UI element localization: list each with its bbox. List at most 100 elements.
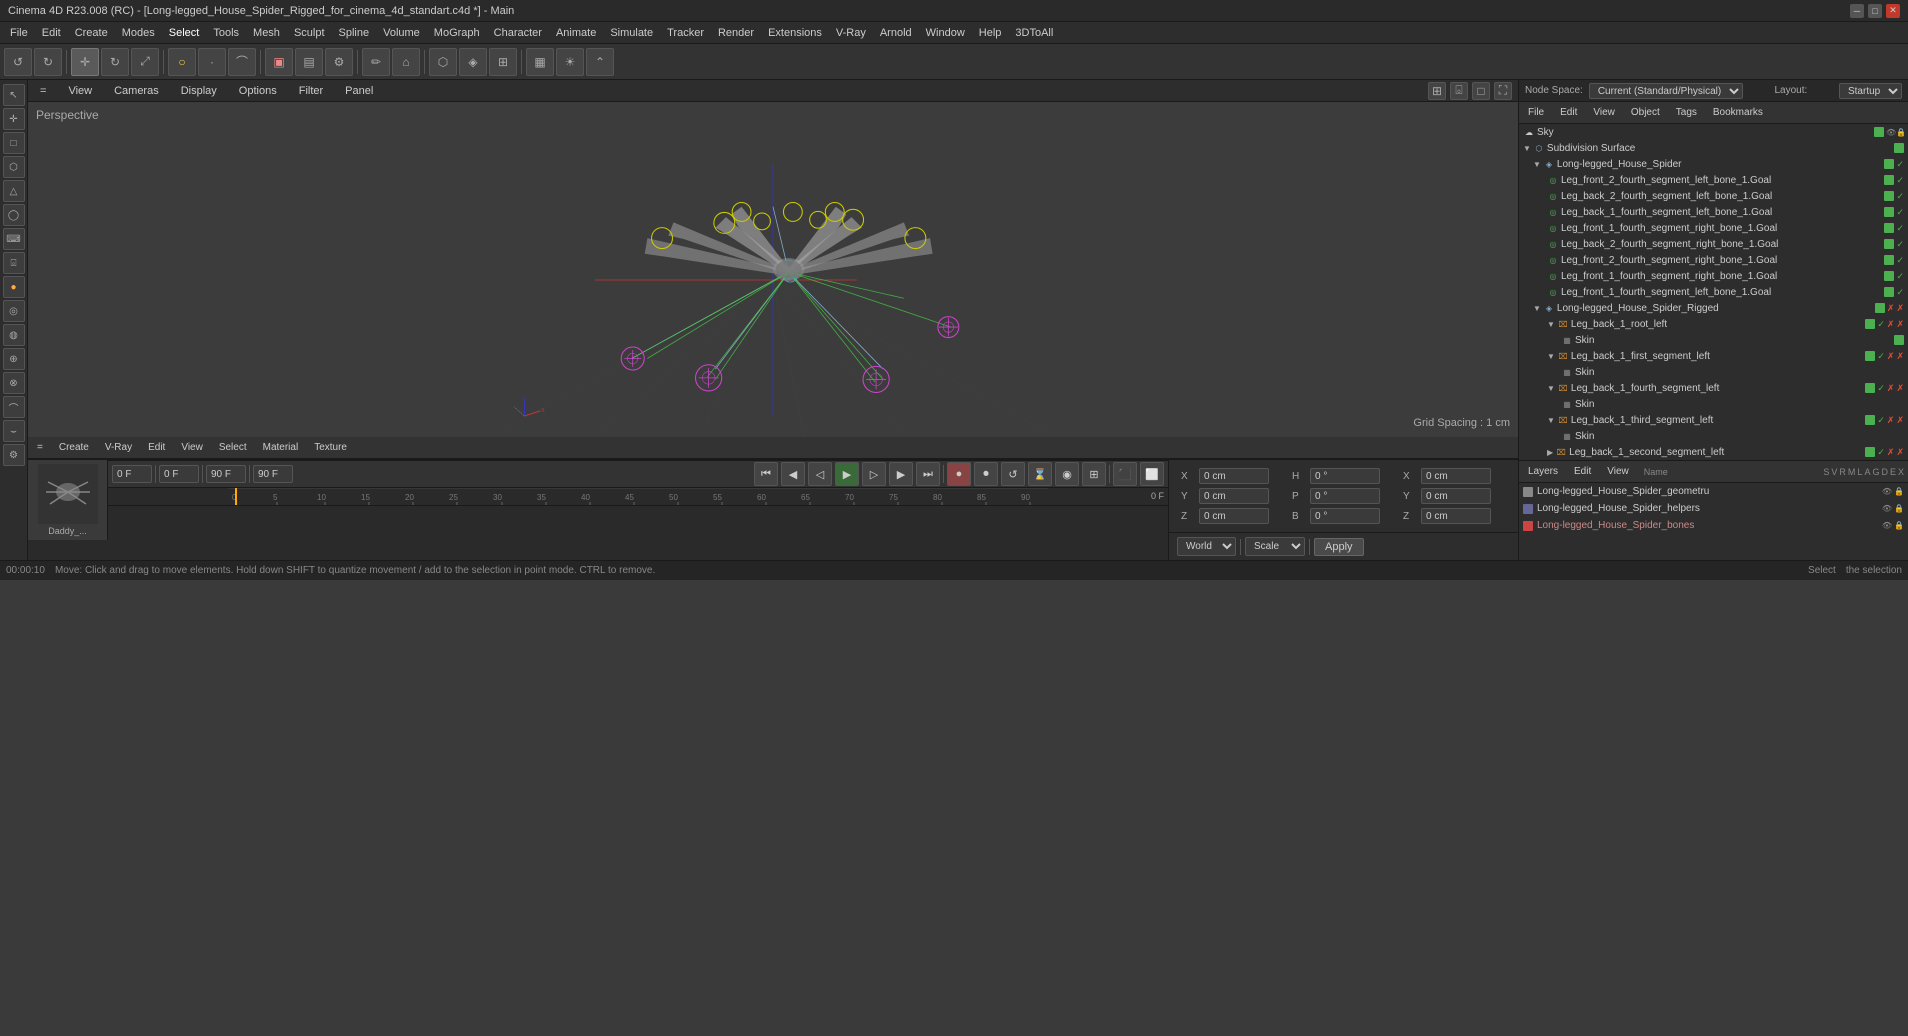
sculpt-button[interactable]: ⌂ [392, 48, 420, 76]
tree-item-bone-2[interactable]: ▼ ⌧ Leg_back_1_first_segment_left ✓ ✗ ✗ [1519, 348, 1908, 364]
left-tool-12[interactable]: ⊕ [3, 348, 25, 370]
tree-item-skin-4[interactable]: ▦ Skin [1519, 428, 1908, 444]
tree-item-goal-8[interactable]: ◎ Leg_front_1_fourth_segment_left_bone_1… [1519, 284, 1908, 300]
coord-h-input[interactable] [1310, 468, 1380, 484]
left-tool-11[interactable]: ◍ [3, 324, 25, 346]
menu-window[interactable]: Window [920, 25, 971, 41]
end-frame-input-1[interactable] [206, 465, 246, 483]
spider-expand[interactable]: ▼ [1533, 160, 1541, 169]
end-frame-input-2[interactable] [253, 465, 293, 483]
layer-vis-icon[interactable]: 👁 [1882, 487, 1892, 496]
keyframe-icon-2[interactable]: ⬜ [1140, 462, 1164, 486]
left-tool-10[interactable]: ◎ [3, 300, 25, 322]
layer-menu-layers[interactable]: Layers [1523, 464, 1563, 479]
bone-2-expand[interactable]: ▼ [1547, 352, 1555, 361]
material-thumbnail-area[interactable]: Daddy_... [28, 460, 108, 540]
viewport-menu-view[interactable]: View [62, 83, 98, 99]
menu-volume[interactable]: Volume [377, 25, 426, 41]
render-button[interactable]: ▣ [265, 48, 293, 76]
layout-select[interactable]: Startup [1839, 83, 1902, 99]
camera-button[interactable]: ▦ [526, 48, 554, 76]
maximize-button[interactable]: □ [1868, 4, 1882, 18]
mat-menu-select[interactable]: Select [214, 440, 252, 455]
mat-menu-material[interactable]: Material [258, 440, 304, 455]
go-start-button[interactable]: ⏮ [754, 462, 778, 486]
rotate-tool-button[interactable]: ↻ [101, 48, 129, 76]
tree-item-subdiv[interactable]: ▼ ⬡ Subdivision Surface [1519, 140, 1908, 156]
menu-mograph[interactable]: MoGraph [428, 25, 486, 41]
left-tool-13[interactable]: ⊗ [3, 372, 25, 394]
mat-menu-view[interactable]: View [176, 440, 208, 455]
playback-icon-6[interactable]: ⊞ [1082, 462, 1106, 486]
current-frame-input-2[interactable] [159, 465, 199, 483]
bone-1-expand[interactable]: ▼ [1547, 320, 1555, 329]
layer-vis-icon-3[interactable]: 👁 [1882, 521, 1892, 530]
playback-icon-1[interactable]: ● [947, 462, 971, 486]
obj-menu-bookmarks[interactable]: Bookmarks [1708, 105, 1768, 120]
menu-file[interactable]: File [4, 25, 34, 41]
left-tool-7[interactable]: ⌨ [3, 228, 25, 250]
left-tool-5[interactable]: △ [3, 180, 25, 202]
prev-frame-button[interactable]: ◀ [781, 462, 805, 486]
viewport-icon-1[interactable]: ⊞ [1428, 82, 1446, 100]
menu-spline[interactable]: Spline [333, 25, 376, 41]
left-tool-15[interactable]: ⌣ [3, 420, 25, 442]
viewport-menu-filter[interactable]: Filter [293, 83, 329, 99]
node-space-select[interactable]: Current (Standard/Physical) [1589, 83, 1743, 99]
coord-x-input[interactable] [1199, 468, 1269, 484]
tree-item-skin-2[interactable]: ▦ Skin [1519, 364, 1908, 380]
next-frame-button[interactable]: ▶ [889, 462, 913, 486]
menu-render[interactable]: Render [712, 25, 760, 41]
move-tool-button[interactable]: ✛ [71, 48, 99, 76]
redo-button[interactable]: ↻ [34, 48, 62, 76]
tree-item-bone-5[interactable]: ▶ ⌧ Leg_back_1_second_segment_left ✓ ✗ ✗ [1519, 444, 1908, 460]
obj-menu-file[interactable]: File [1523, 105, 1549, 120]
viewport-menu-cameras[interactable]: Cameras [108, 83, 165, 99]
tree-item-goal-1[interactable]: ◎ Leg_front_2_fourth_segment_left_bone_1… [1519, 172, 1908, 188]
play-reverse-button[interactable]: ◁ [808, 462, 832, 486]
viewport-3d[interactable]: Perspective [28, 102, 1518, 437]
window-controls[interactable]: ─ □ ✕ [1850, 4, 1900, 18]
mat-menu-edit[interactable]: Edit [143, 440, 170, 455]
tree-item-skin-3[interactable]: ▦ Skin [1519, 396, 1908, 412]
menu-extensions[interactable]: Extensions [762, 25, 828, 41]
scale-y-input[interactable] [1421, 488, 1491, 504]
left-tool-box[interactable]: □ [3, 132, 25, 154]
menu-help[interactable]: Help [973, 25, 1008, 41]
coord-z-input[interactable] [1199, 508, 1269, 524]
world-select[interactable]: World Object [1177, 537, 1236, 556]
menu-simulate[interactable]: Simulate [604, 25, 659, 41]
undo-button[interactable]: ↺ [4, 48, 32, 76]
menu-create[interactable]: Create [69, 25, 114, 41]
render-settings-button[interactable]: ⚙ [325, 48, 353, 76]
playback-icon-4[interactable]: ⌛ [1028, 462, 1052, 486]
tree-item-goal-4[interactable]: ◎ Leg_front_1_fourth_segment_right_bone_… [1519, 220, 1908, 236]
mat-menu-vray[interactable]: V-Ray [100, 440, 137, 455]
menu-tracker[interactable]: Tracker [661, 25, 710, 41]
layer-item-bones[interactable]: Long-legged_House_Spider_bones 👁 🔒 [1519, 517, 1908, 534]
layer-item-geometry[interactable]: Long-legged_House_Spider_geometru 👁 🔒 [1519, 483, 1908, 500]
deformer-button[interactable]: ⌃ [586, 48, 614, 76]
scale-z-input[interactable] [1421, 508, 1491, 524]
menu-animate[interactable]: Animate [550, 25, 602, 41]
tree-item-goal-6[interactable]: ◎ Leg_front_2_fourth_segment_right_bone_… [1519, 252, 1908, 268]
viewport-icon-3[interactable]: □ [1472, 82, 1490, 100]
rigged-expand[interactable]: ▼ [1533, 304, 1541, 313]
coord-p-input[interactable] [1310, 488, 1380, 504]
left-tool-paint[interactable]: ⬡ [3, 156, 25, 178]
layer-item-helpers[interactable]: Long-legged_House_Spider_helpers 👁 🔒 [1519, 500, 1908, 517]
obj-menu-view[interactable]: View [1588, 105, 1620, 120]
array-button[interactable]: ⊞ [489, 48, 517, 76]
viewport-menu-panel[interactable]: Panel [339, 83, 379, 99]
render-region-button[interactable]: ▤ [295, 48, 323, 76]
timeline-ruler[interactable]: 0 5 10 15 20 25 [108, 488, 1168, 506]
tree-item-bone-1[interactable]: ▼ ⌧ Leg_back_1_root_left ✓ ✗ ✗ [1519, 316, 1908, 332]
menu-select[interactable]: Select [163, 25, 206, 41]
coord-b-input[interactable] [1310, 508, 1380, 524]
left-tool-14[interactable]: ⌒ [3, 396, 25, 418]
tree-item-goal-2[interactable]: ◎ Leg_back_2_fourth_segment_left_bone_1.… [1519, 188, 1908, 204]
tree-item-goal-5[interactable]: ◎ Leg_back_2_fourth_segment_right_bone_1… [1519, 236, 1908, 252]
bone-4-expand[interactable]: ▼ [1547, 416, 1555, 425]
paint-button[interactable]: ✏ [362, 48, 390, 76]
apply-button[interactable]: Apply [1314, 538, 1364, 556]
